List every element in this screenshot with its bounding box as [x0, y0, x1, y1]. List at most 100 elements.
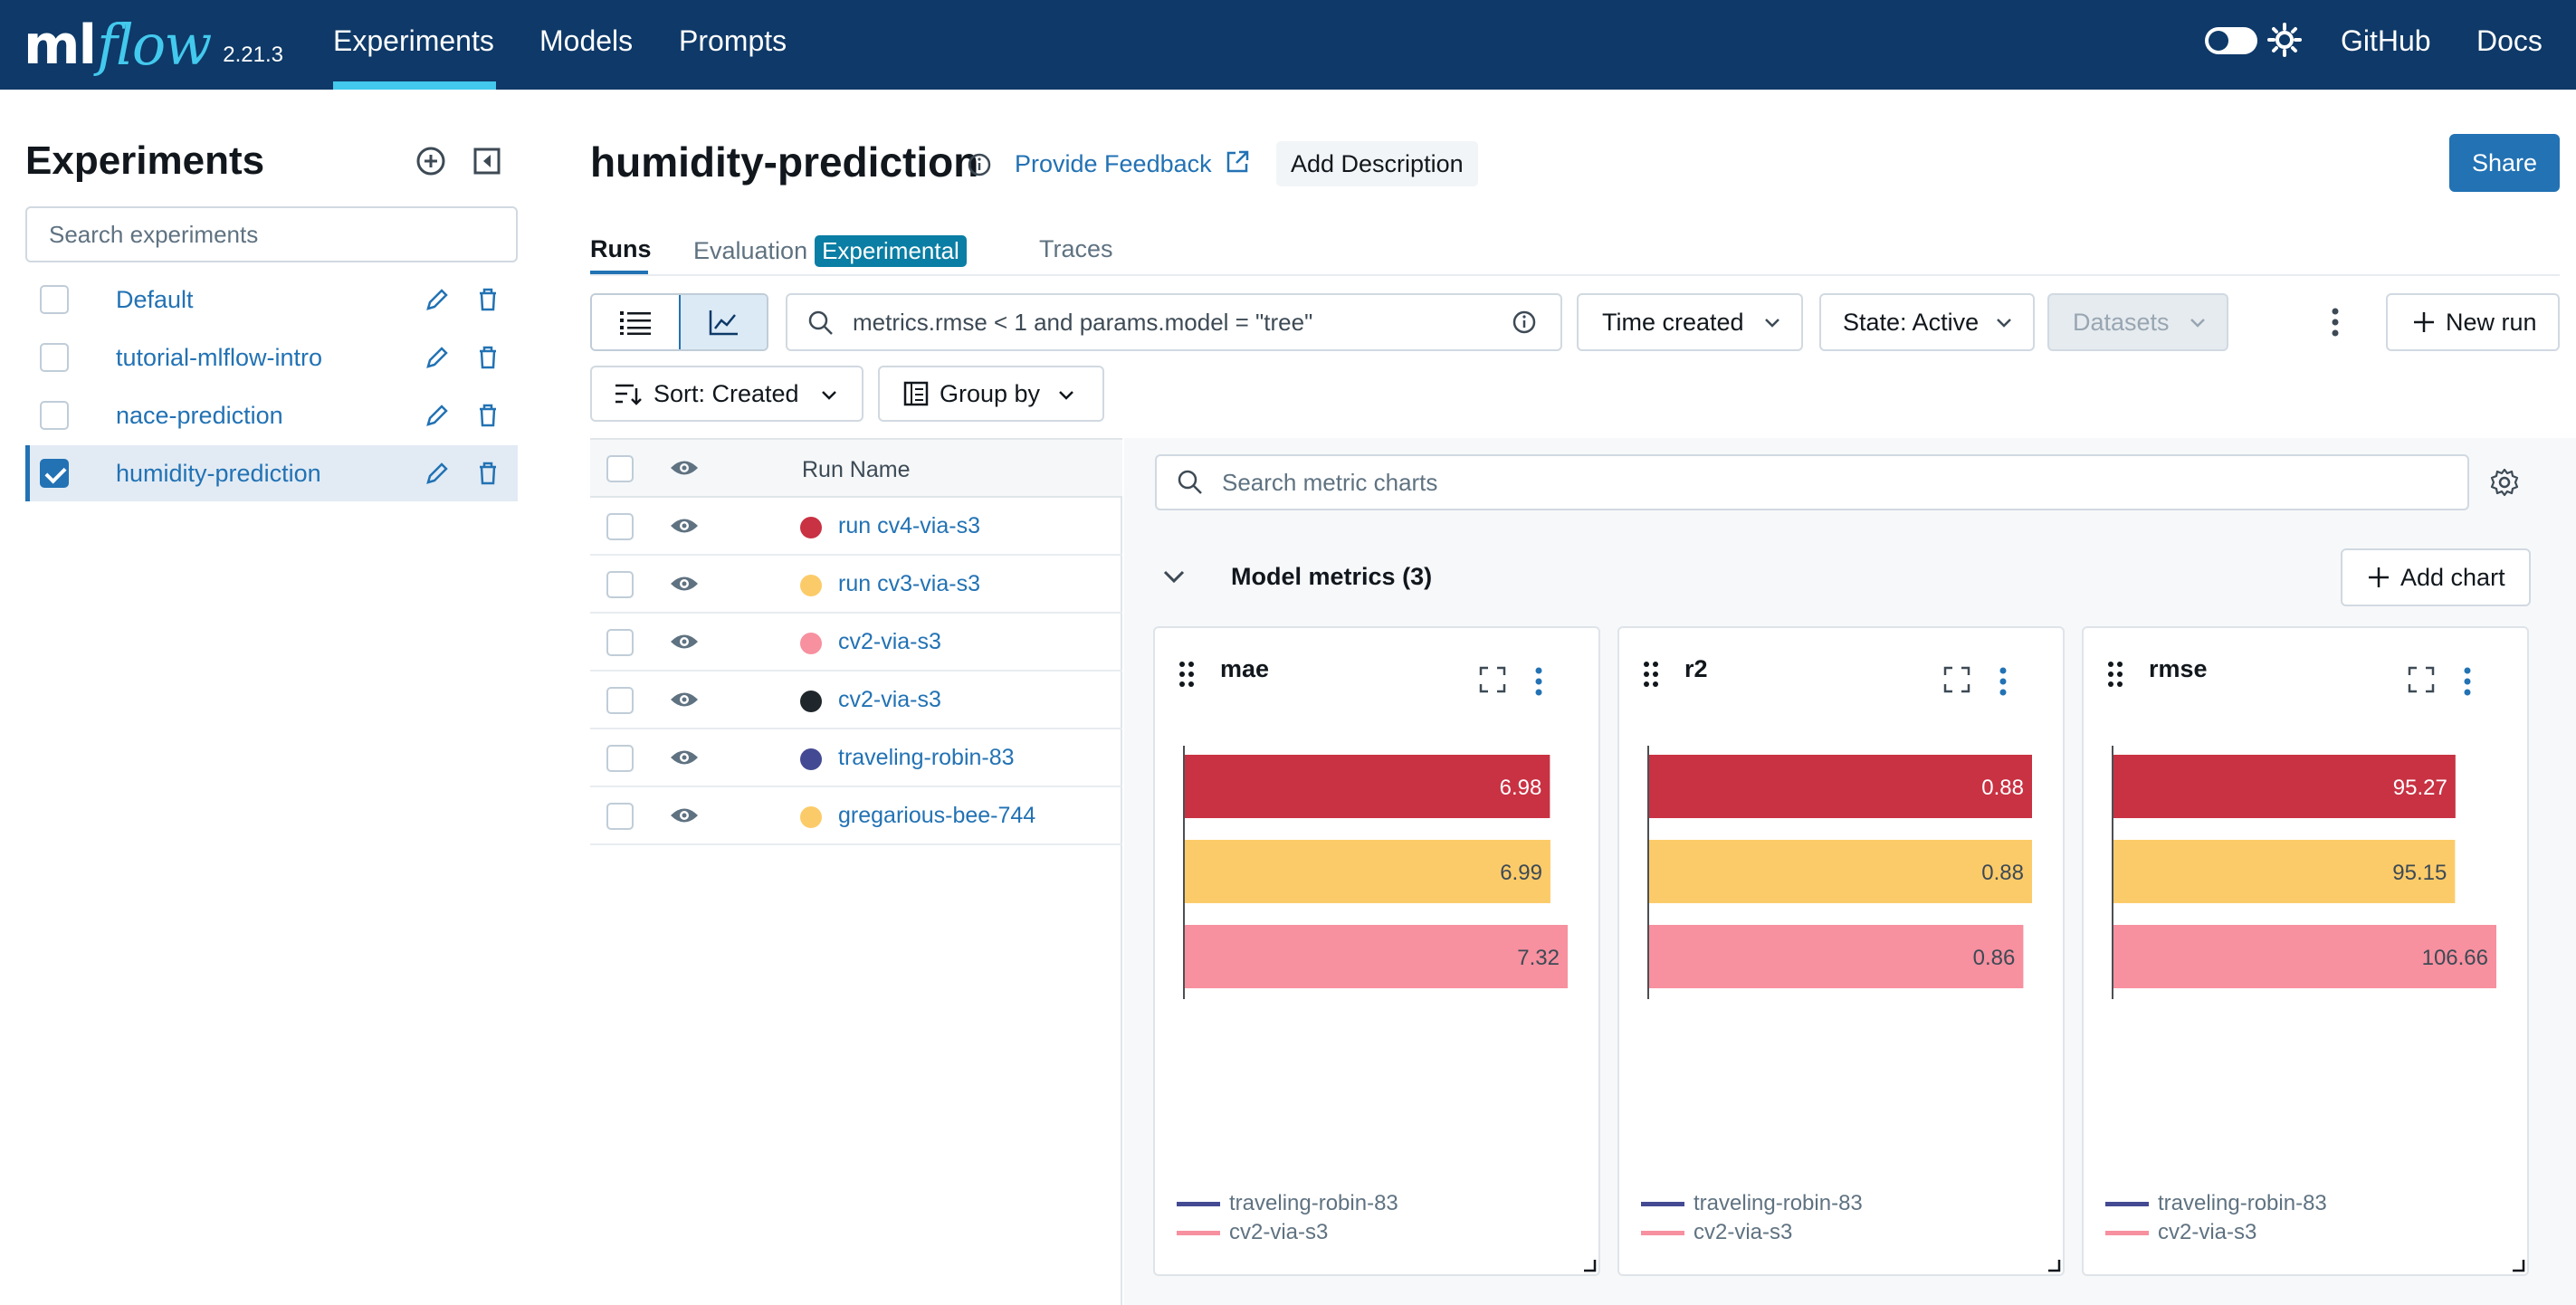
add-experiment-icon[interactable] [415, 145, 447, 177]
provide-feedback-link[interactable]: Provide Feedback [1015, 150, 1212, 178]
resize-handle-icon[interactable] [1582, 1258, 1597, 1272]
chart-menu-icon[interactable] [1998, 666, 2008, 697]
run-name-link[interactable]: run cv3-via-s3 [838, 571, 980, 597]
row-checkbox[interactable] [606, 513, 634, 540]
bar[interactable] [1185, 755, 1550, 818]
experiment-name[interactable]: nace-prediction [116, 402, 283, 430]
eye-icon[interactable] [670, 458, 699, 478]
run-color-dot[interactable] [800, 575, 822, 596]
tab-traces[interactable]: Traces [1039, 235, 1113, 263]
info-icon[interactable] [967, 152, 992, 177]
more-options-icon[interactable] [2330, 306, 2341, 338]
nav-models[interactable]: Models [539, 0, 633, 90]
eye-icon[interactable] [670, 632, 699, 652]
search-metric-charts-input[interactable]: Search metric charts [1155, 454, 2469, 510]
edit-pencil-icon[interactable] [424, 286, 451, 313]
search-syntax-info-icon[interactable] [1512, 310, 1537, 335]
mlflow-logo[interactable]: ml flow 2.21.3 [24, 0, 283, 90]
experiment-checkbox[interactable] [40, 343, 69, 372]
edit-pencil-icon[interactable] [424, 402, 451, 429]
column-header-run-name[interactable]: Run Name [802, 457, 911, 483]
experiment-checkbox[interactable] [40, 285, 69, 314]
eye-icon[interactable] [670, 748, 699, 767]
trash-icon[interactable] [474, 460, 501, 487]
bar[interactable] [1649, 840, 2032, 903]
eye-icon[interactable] [670, 574, 699, 594]
legend-item[interactable]: cv2-via-s3 [2105, 1218, 2327, 1247]
legend-item[interactable]: traveling-robin-83 [2105, 1189, 2327, 1218]
legend-item[interactable]: cv2-via-s3 [1177, 1218, 1398, 1247]
select-all-checkbox[interactable] [606, 455, 634, 482]
run-search-input[interactable]: metrics.rmse < 1 and params.model = "tre… [786, 293, 1562, 351]
bar[interactable] [1185, 840, 1550, 903]
nav-prompts[interactable]: Prompts [679, 0, 787, 90]
experiment-checkbox[interactable] [40, 401, 69, 430]
row-checkbox[interactable] [606, 803, 634, 830]
experiment-row-default[interactable]: Default [25, 271, 518, 328]
table-row[interactable]: cv2-via-s3 [590, 614, 1122, 672]
trash-icon[interactable] [474, 402, 501, 429]
state-dropdown[interactable]: State: Active [1819, 293, 2035, 351]
search-experiments-input[interactable]: Search experiments [25, 206, 518, 262]
new-run-button[interactable]: New run [2386, 293, 2560, 351]
external-link-icon[interactable] [1224, 148, 1251, 176]
run-name-link[interactable]: traveling-robin-83 [838, 745, 1015, 771]
edit-pencil-icon[interactable] [424, 460, 451, 487]
table-row[interactable]: gregarious-bee-744 [590, 787, 1122, 845]
run-name-link[interactable]: cv2-via-s3 [838, 629, 941, 655]
experiment-name[interactable]: Default [116, 286, 194, 314]
experiment-name[interactable]: tutorial-mlflow-intro [116, 344, 322, 372]
share-button[interactable]: Share [2449, 134, 2560, 192]
bar[interactable] [1649, 755, 2032, 818]
table-row[interactable]: run cv3-via-s3 [590, 556, 1122, 614]
tab-runs[interactable]: Runs [590, 235, 652, 263]
edit-pencil-icon[interactable] [424, 344, 451, 371]
row-checkbox[interactable] [606, 629, 634, 656]
table-row[interactable]: traveling-robin-83 [590, 729, 1122, 787]
chart-menu-icon[interactable] [1533, 666, 1544, 697]
run-color-dot[interactable] [800, 806, 822, 828]
drag-handle-icon[interactable] [2107, 661, 2125, 688]
fullscreen-icon[interactable] [1479, 666, 1506, 693]
datasets-dropdown[interactable]: Datasets [2047, 293, 2228, 351]
row-checkbox[interactable] [606, 745, 634, 772]
sort-dropdown[interactable]: Sort: Created [590, 366, 863, 422]
chevron-down-icon[interactable] [1162, 568, 1186, 585]
nav-github[interactable]: GitHub [2341, 0, 2431, 90]
run-color-dot[interactable] [800, 633, 822, 654]
drag-handle-icon[interactable] [1643, 661, 1661, 688]
trash-icon[interactable] [474, 286, 501, 313]
bar[interactable] [1185, 925, 1568, 988]
gear-icon[interactable] [2489, 467, 2520, 498]
eye-icon[interactable] [670, 516, 699, 536]
experiment-name[interactable]: humidity-prediction [116, 460, 321, 488]
drag-handle-icon[interactable] [1178, 661, 1197, 688]
experiment-row-nace[interactable]: nace-prediction [25, 387, 518, 443]
chart-menu-icon[interactable] [2462, 666, 2473, 697]
table-row[interactable]: cv2-via-s3 [590, 672, 1122, 729]
eye-icon[interactable] [670, 690, 699, 710]
fullscreen-icon[interactable] [2408, 666, 2435, 693]
nav-experiments[interactable]: Experiments [333, 0, 494, 90]
legend-item[interactable]: traveling-robin-83 [1641, 1189, 1863, 1218]
run-color-dot[interactable] [800, 517, 822, 538]
dark-mode-toggle[interactable] [2205, 27, 2257, 54]
experiment-checkbox-checked[interactable] [40, 459, 69, 488]
time-created-dropdown[interactable]: Time created [1577, 293, 1803, 351]
eye-icon[interactable] [670, 805, 699, 825]
table-view-button[interactable] [592, 295, 679, 349]
run-name-link[interactable]: cv2-via-s3 [838, 687, 941, 713]
tab-evaluation[interactable]: Evaluation Experimental [693, 235, 967, 267]
bar[interactable] [1649, 925, 2024, 988]
chart-view-button[interactable] [679, 295, 767, 349]
run-color-dot[interactable] [800, 691, 822, 712]
legend-item[interactable]: traveling-robin-83 [1177, 1189, 1398, 1218]
resize-handle-icon[interactable] [2046, 1258, 2061, 1272]
add-chart-button[interactable]: Add chart [2341, 548, 2531, 606]
trash-icon[interactable] [474, 344, 501, 371]
legend-item[interactable]: cv2-via-s3 [1641, 1218, 1863, 1247]
row-checkbox[interactable] [606, 571, 634, 598]
add-description-button[interactable]: Add Description [1276, 141, 1478, 186]
table-row[interactable]: run cv4-via-s3 [590, 498, 1122, 556]
experiment-row-humidity[interactable]: humidity-prediction [25, 445, 518, 501]
